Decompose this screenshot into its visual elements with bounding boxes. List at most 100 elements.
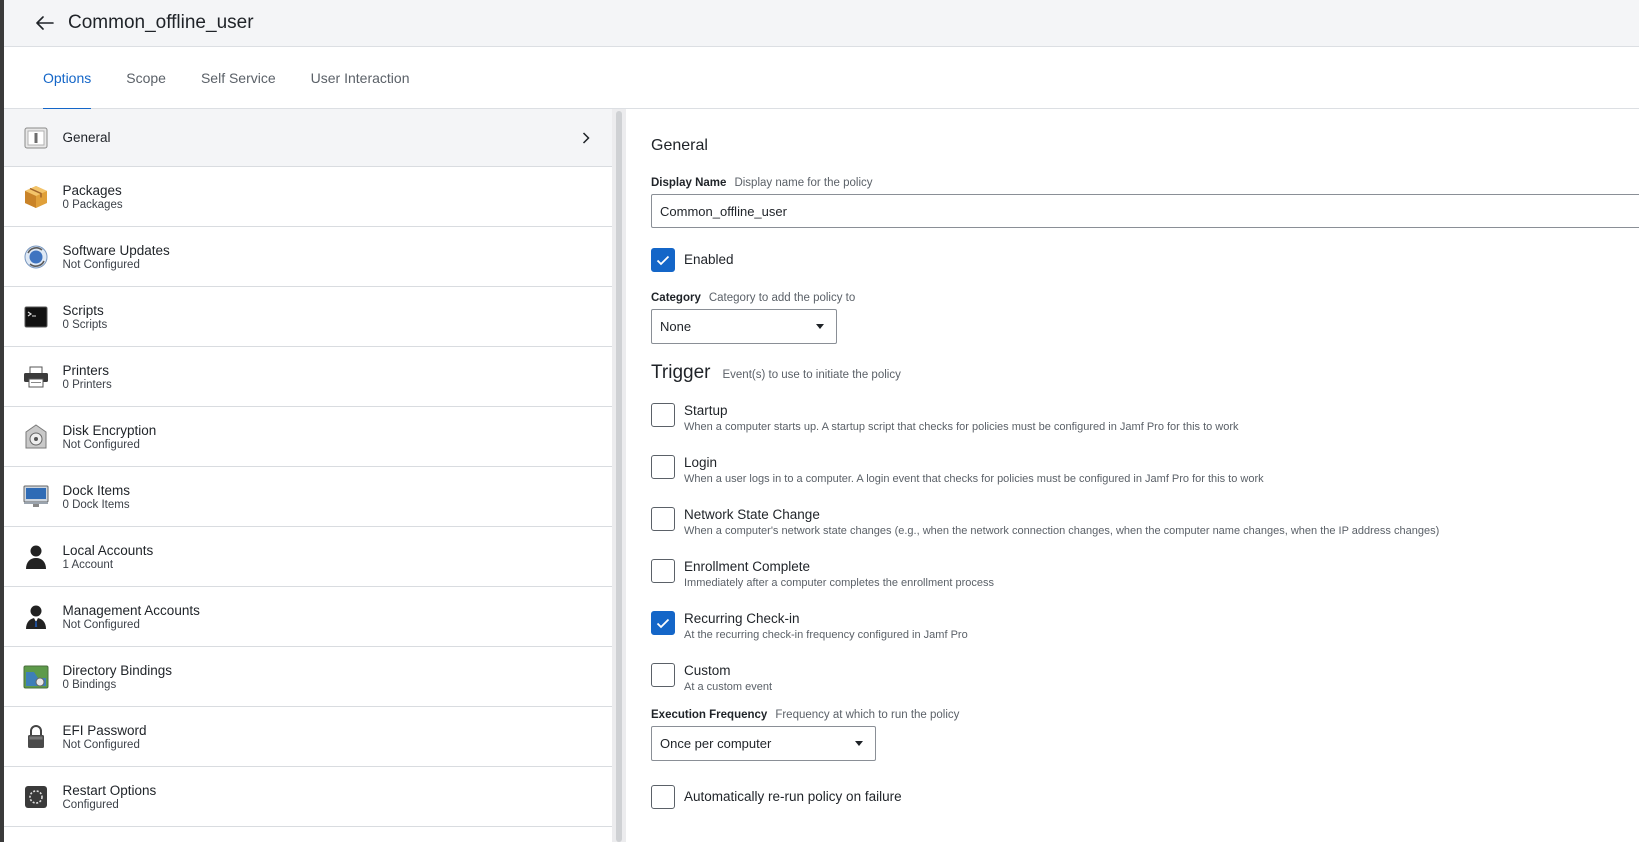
back-button[interactable] xyxy=(34,12,56,34)
sidebar-item-local-accounts[interactable]: Local Accounts 1 Account xyxy=(4,527,612,587)
trigger-label: Login xyxy=(684,455,718,470)
panel-scrollbar[interactable] xyxy=(612,109,626,842)
sidebar-item-dock-items[interactable]: Dock Items 0 Dock Items xyxy=(4,467,612,527)
lock-icon xyxy=(23,724,49,750)
trigger-title: Trigger xyxy=(651,362,711,383)
caret-down-icon xyxy=(855,741,863,746)
sidebar-item-label: Software Updates xyxy=(62,242,170,258)
trigger-label: Network State Change xyxy=(684,507,820,522)
general-panel: General Display Name Display name for the… xyxy=(626,109,1639,842)
sidebar-item-label: Local Accounts xyxy=(62,542,154,558)
enabled-label: Enabled xyxy=(684,252,734,267)
sidebar-item-label: Packages xyxy=(62,182,122,198)
sidebar-item-general[interactable]: General xyxy=(4,109,612,167)
sidebar-item-label: Scripts xyxy=(62,302,104,318)
category-value: None xyxy=(660,319,692,334)
execution-frequency-select[interactable]: Once per computer xyxy=(651,726,876,761)
manager-icon xyxy=(23,604,49,630)
monitor-icon xyxy=(23,484,49,510)
tab-user-interaction[interactable]: User Interaction xyxy=(311,47,410,109)
sidebar-item-status: 0 Scripts xyxy=(62,318,108,331)
trigger-description: At the recurring check-in frequency conf… xyxy=(684,629,968,641)
category-select[interactable]: None xyxy=(651,309,837,344)
trigger-label: Enrollment Complete xyxy=(684,559,811,574)
terminal-icon xyxy=(23,304,49,330)
sidebar-item-status: 0 Packages xyxy=(62,198,123,211)
sidebar-item-management-accounts[interactable]: Management Accounts Not Configured xyxy=(4,587,612,647)
trigger-description: Immediately after a computer completes t… xyxy=(684,577,994,589)
checkmark-icon xyxy=(656,255,670,265)
trigger-hint: Event(s) to use to initiate the policy xyxy=(722,369,901,381)
trigger-description: When a computer's network state changes … xyxy=(684,525,1440,537)
enabled-checkbox-row[interactable]: Enabled xyxy=(651,248,1639,272)
trigger-recurring-check-in-checkbox[interactable] xyxy=(651,611,675,635)
sidebar-item-status: 0 Bindings xyxy=(62,678,117,691)
display-name-hint: Display name for the policy xyxy=(734,177,873,189)
sidebar-item-software-updates[interactable]: Software Updates Not Configured xyxy=(4,227,612,287)
sidebar-item-label: Management Accounts xyxy=(62,602,200,618)
execution-frequency-label: Execution Frequency Frequency at which to… xyxy=(651,709,1639,721)
software-update-icon xyxy=(23,244,49,270)
trigger-custom-checkbox[interactable] xyxy=(651,663,675,687)
directory-icon xyxy=(23,664,49,690)
sidebar-item-status: Not Configured xyxy=(62,258,140,271)
trigger-label: Custom xyxy=(684,663,731,678)
page-header: Common_offline_user xyxy=(4,0,1639,47)
category-label: Category Category to add the policy to xyxy=(651,292,1639,304)
tab-scope[interactable]: Scope xyxy=(126,47,166,109)
payload-sidebar: General Packages 0 Packages Software Upd… xyxy=(4,109,612,842)
trigger-startup-row[interactable]: Startup When a computer starts up. A sta… xyxy=(651,403,1639,433)
trigger-label: Recurring Check-in xyxy=(684,611,800,626)
trigger-enrollment-complete-row[interactable]: Enrollment Complete Immediately after a … xyxy=(651,559,1639,589)
tab-self-service[interactable]: Self Service xyxy=(201,47,276,109)
execution-frequency-label-text: Execution Frequency xyxy=(651,709,768,721)
sidebar-item-disk-encryption[interactable]: Disk Encryption Not Configured xyxy=(4,407,612,467)
sidebar-item-directory-bindings[interactable]: Directory Bindings 0 Bindings xyxy=(4,647,612,707)
trigger-label: Startup xyxy=(684,403,728,418)
chevron-right-icon xyxy=(582,131,590,144)
tab-options[interactable]: Options xyxy=(43,47,92,110)
trigger-recurring-check-in-row[interactable]: Recurring Check-in At the recurring chec… xyxy=(651,611,1639,641)
category-label-text: Category xyxy=(651,292,701,304)
rerun-on-failure-row[interactable]: Automatically re-run policy on failure xyxy=(651,785,1639,809)
trigger-network-state-change-row[interactable]: Network State Change When a computer's n… xyxy=(651,507,1639,537)
sidebar-item-printers[interactable]: Printers 0 Printers xyxy=(4,347,612,407)
execution-frequency-value: Once per computer xyxy=(660,736,772,751)
trigger-login-row[interactable]: Login When a user logs in to a computer.… xyxy=(651,455,1639,485)
display-name-input[interactable]: Common_offline_user xyxy=(651,194,1639,228)
user-icon xyxy=(23,544,49,570)
trigger-network-state-change-checkbox[interactable] xyxy=(651,507,675,531)
sidebar-item-restart-options[interactable]: Restart Options Configured xyxy=(4,767,612,827)
category-hint: Category to add the policy to xyxy=(708,292,856,304)
printer-icon xyxy=(23,364,49,390)
page-title: Common_offline_user xyxy=(68,12,254,33)
rerun-on-failure-checkbox[interactable] xyxy=(651,785,675,809)
tab-bar: Options Scope Self Service User Interact… xyxy=(4,47,1639,110)
section-title: General xyxy=(651,137,708,154)
display-name-label-text: Display Name xyxy=(651,177,727,189)
sidebar-item-label: General xyxy=(62,130,111,145)
disk-encryption-icon xyxy=(23,423,49,450)
restart-icon xyxy=(23,784,49,810)
general-icon xyxy=(23,125,49,151)
trigger-login-checkbox[interactable] xyxy=(651,455,675,479)
checkmark-icon xyxy=(656,618,670,628)
trigger-startup-checkbox[interactable] xyxy=(651,403,675,427)
sidebar-item-label: Printers xyxy=(62,362,110,378)
sidebar-item-packages[interactable]: Packages 0 Packages xyxy=(4,167,612,227)
rerun-on-failure-label: Automatically re-run policy on failure xyxy=(684,789,902,804)
trigger-custom-row[interactable]: Custom At a custom event xyxy=(651,663,1639,693)
trigger-description: At a custom event xyxy=(684,681,773,693)
sidebar-item-label: Directory Bindings xyxy=(62,662,173,678)
trigger-enrollment-complete-checkbox[interactable] xyxy=(651,559,675,583)
sidebar-item-efi-password[interactable]: EFI Password Not Configured xyxy=(4,707,612,767)
sidebar-item-label: Dock Items xyxy=(62,482,131,498)
trigger-description: When a computer starts up. A startup scr… xyxy=(684,421,1239,433)
enabled-checkbox[interactable] xyxy=(651,248,675,272)
package-icon xyxy=(23,184,49,210)
sidebar-item-status: Not Configured xyxy=(62,738,140,751)
sidebar-item-status: 1 Account xyxy=(62,558,114,571)
sidebar-item-label: Disk Encryption xyxy=(62,422,157,438)
caret-down-icon xyxy=(816,324,824,329)
sidebar-item-scripts[interactable]: Scripts 0 Scripts xyxy=(4,287,612,347)
